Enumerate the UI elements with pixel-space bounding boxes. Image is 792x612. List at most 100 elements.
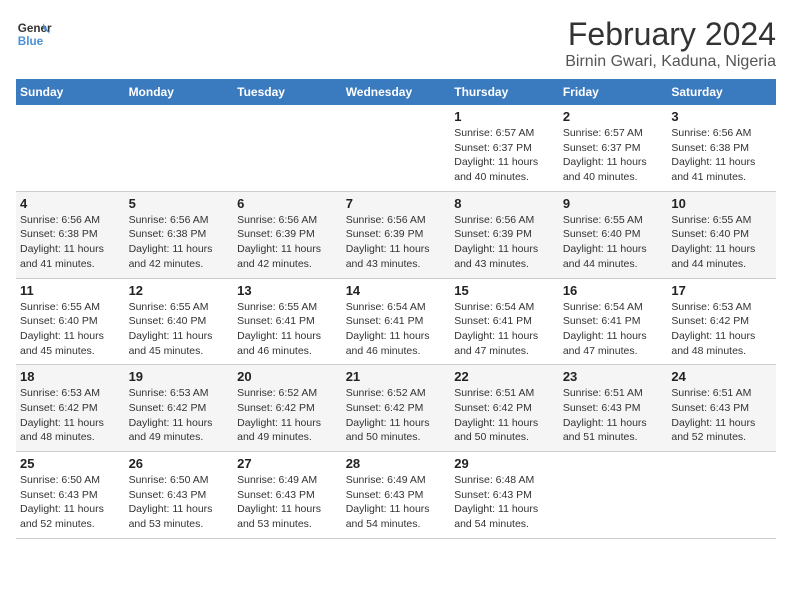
- calendar-cell: 4 Sunrise: 6:56 AMSunset: 6:38 PMDaylight…: [16, 191, 125, 278]
- day-number: 27: [237, 456, 338, 471]
- day-number: 9: [563, 196, 664, 211]
- day-info: Sunrise: 6:56 AMSunset: 6:38 PMDaylight:…: [20, 213, 121, 272]
- day-number: 23: [563, 369, 664, 384]
- day-info: Sunrise: 6:56 AMSunset: 6:38 PMDaylight:…: [671, 126, 772, 185]
- day-info: Sunrise: 6:51 AMSunset: 6:43 PMDaylight:…: [563, 386, 664, 445]
- day-info: Sunrise: 6:55 AMSunset: 6:40 PMDaylight:…: [129, 300, 230, 359]
- day-info: Sunrise: 6:51 AMSunset: 6:43 PMDaylight:…: [671, 386, 772, 445]
- day-number: 19: [129, 369, 230, 384]
- day-info: Sunrise: 6:55 AMSunset: 6:40 PMDaylight:…: [671, 213, 772, 272]
- calendar-week-5: 25 Sunrise: 6:50 AMSunset: 6:43 PMDayligh…: [16, 452, 776, 539]
- calendar-cell: 5 Sunrise: 6:56 AMSunset: 6:38 PMDaylight…: [125, 191, 234, 278]
- day-number: 2: [563, 109, 664, 124]
- day-header-monday: Monday: [125, 79, 234, 105]
- day-header-saturday: Saturday: [667, 79, 776, 105]
- day-number: 12: [129, 283, 230, 298]
- day-info: Sunrise: 6:55 AMSunset: 6:40 PMDaylight:…: [563, 213, 664, 272]
- day-info: Sunrise: 6:56 AMSunset: 6:39 PMDaylight:…: [237, 213, 338, 272]
- calendar-cell: 15 Sunrise: 6:54 AMSunset: 6:41 PMDayligh…: [450, 278, 559, 365]
- svg-text:General: General: [18, 22, 52, 35]
- day-header-thursday: Thursday: [450, 79, 559, 105]
- calendar-cell: 11 Sunrise: 6:55 AMSunset: 6:40 PMDayligh…: [16, 278, 125, 365]
- day-number: 16: [563, 283, 664, 298]
- day-number: 29: [454, 456, 555, 471]
- day-number: 26: [129, 456, 230, 471]
- calendar-cell: 21 Sunrise: 6:52 AMSunset: 6:42 PMDayligh…: [342, 365, 451, 452]
- day-number: 15: [454, 283, 555, 298]
- calendar-week-1: 1 Sunrise: 6:57 AMSunset: 6:37 PMDaylight…: [16, 105, 776, 191]
- day-info: Sunrise: 6:50 AMSunset: 6:43 PMDaylight:…: [129, 473, 230, 532]
- calendar-body: 1 Sunrise: 6:57 AMSunset: 6:37 PMDaylight…: [16, 105, 776, 538]
- day-header-wednesday: Wednesday: [342, 79, 451, 105]
- calendar-cell: 3 Sunrise: 6:56 AMSunset: 6:38 PMDaylight…: [667, 105, 776, 191]
- title-area: February 2024 Birnin Gwari, Kaduna, Nige…: [565, 16, 776, 71]
- calendar-cell: 2Sunrise: 6:57 AMSunset: 6:37 PMDaylight…: [559, 105, 668, 191]
- day-header-tuesday: Tuesday: [233, 79, 342, 105]
- calendar-week-3: 11 Sunrise: 6:55 AMSunset: 6:40 PMDayligh…: [16, 278, 776, 365]
- day-number: 21: [346, 369, 447, 384]
- month-year-title: February 2024: [565, 16, 776, 53]
- calendar-cell: 19 Sunrise: 6:53 AMSunset: 6:42 PMDayligh…: [125, 365, 234, 452]
- calendar-cell: 10 Sunrise: 6:55 AMSunset: 6:40 PMDayligh…: [667, 191, 776, 278]
- calendar-cell: 1 Sunrise: 6:57 AMSunset: 6:37 PMDaylight…: [450, 105, 559, 191]
- calendar-cell: [16, 105, 125, 191]
- svg-text:Blue: Blue: [18, 35, 44, 48]
- day-info: Sunrise: 6:57 AMSunset: 6:37 PMDaylight:…: [454, 126, 555, 185]
- calendar-cell: 13 Sunrise: 6:55 AMSunset: 6:41 PMDayligh…: [233, 278, 342, 365]
- day-header-friday: Friday: [559, 79, 668, 105]
- calendar-cell: 14Sunrise: 6:54 AMSunset: 6:41 PMDayligh…: [342, 278, 451, 365]
- calendar-cell: 18Sunrise: 6:53 AMSunset: 6:42 PMDayligh…: [16, 365, 125, 452]
- day-number: 3: [671, 109, 772, 124]
- day-info: Sunrise: 6:54 AMSunset: 6:41 PMDaylight:…: [454, 300, 555, 359]
- day-number: 5: [129, 196, 230, 211]
- calendar-cell: 22Sunrise: 6:51 AMSunset: 6:42 PMDayligh…: [450, 365, 559, 452]
- calendar-cell: [125, 105, 234, 191]
- calendar-week-2: 4 Sunrise: 6:56 AMSunset: 6:38 PMDaylight…: [16, 191, 776, 278]
- day-info: Sunrise: 6:49 AMSunset: 6:43 PMDaylight:…: [346, 473, 447, 532]
- day-number: 10: [671, 196, 772, 211]
- logo: General Blue: [16, 16, 52, 52]
- day-info: Sunrise: 6:51 AMSunset: 6:42 PMDaylight:…: [454, 386, 555, 445]
- calendar-cell: 25 Sunrise: 6:50 AMSunset: 6:43 PMDayligh…: [16, 452, 125, 539]
- day-number: 28: [346, 456, 447, 471]
- calendar-cell: 29 Sunrise: 6:48 AMSunset: 6:43 PMDayligh…: [450, 452, 559, 539]
- day-info: Sunrise: 6:53 AMSunset: 6:42 PMDaylight:…: [129, 386, 230, 445]
- calendar-cell: 20Sunrise: 6:52 AMSunset: 6:42 PMDayligh…: [233, 365, 342, 452]
- day-info: Sunrise: 6:55 AMSunset: 6:40 PMDaylight:…: [20, 300, 121, 359]
- calendar-cell: 16 Sunrise: 6:54 AMSunset: 6:41 PMDayligh…: [559, 278, 668, 365]
- calendar-cell: 7Sunrise: 6:56 AMSunset: 6:39 PMDaylight…: [342, 191, 451, 278]
- calendar-cell: 23 Sunrise: 6:51 AMSunset: 6:43 PMDayligh…: [559, 365, 668, 452]
- calendar-week-4: 18Sunrise: 6:53 AMSunset: 6:42 PMDayligh…: [16, 365, 776, 452]
- day-number: 20: [237, 369, 338, 384]
- calendar-cell: 17Sunrise: 6:53 AMSunset: 6:42 PMDayligh…: [667, 278, 776, 365]
- header-row: SundayMondayTuesdayWednesdayThursdayFrid…: [16, 79, 776, 105]
- day-number: 4: [20, 196, 121, 211]
- day-info: Sunrise: 6:55 AMSunset: 6:41 PMDaylight:…: [237, 300, 338, 359]
- calendar-cell: 9 Sunrise: 6:55 AMSunset: 6:40 PMDaylight…: [559, 191, 668, 278]
- calendar-cell: 6Sunrise: 6:56 AMSunset: 6:39 PMDaylight…: [233, 191, 342, 278]
- day-info: Sunrise: 6:52 AMSunset: 6:42 PMDaylight:…: [346, 386, 447, 445]
- day-info: Sunrise: 6:54 AMSunset: 6:41 PMDaylight:…: [563, 300, 664, 359]
- day-number: 25: [20, 456, 121, 471]
- calendar-cell: 26 Sunrise: 6:50 AMSunset: 6:43 PMDayligh…: [125, 452, 234, 539]
- day-info: Sunrise: 6:50 AMSunset: 6:43 PMDaylight:…: [20, 473, 121, 532]
- calendar-cell: 24 Sunrise: 6:51 AMSunset: 6:43 PMDayligh…: [667, 365, 776, 452]
- calendar-cell: [667, 452, 776, 539]
- calendar-cell: 28 Sunrise: 6:49 AMSunset: 6:43 PMDayligh…: [342, 452, 451, 539]
- day-number: 11: [20, 283, 121, 298]
- day-info: Sunrise: 6:48 AMSunset: 6:43 PMDaylight:…: [454, 473, 555, 532]
- day-number: 24: [671, 369, 772, 384]
- calendar-table: SundayMondayTuesdayWednesdayThursdayFrid…: [16, 79, 776, 539]
- day-header-sunday: Sunday: [16, 79, 125, 105]
- day-info: Sunrise: 6:49 AMSunset: 6:43 PMDaylight:…: [237, 473, 338, 532]
- day-number: 13: [237, 283, 338, 298]
- calendar-cell: 27 Sunrise: 6:49 AMSunset: 6:43 PMDayligh…: [233, 452, 342, 539]
- calendar-cell: [342, 105, 451, 191]
- day-number: 1: [454, 109, 555, 124]
- calendar-header: SundayMondayTuesdayWednesdayThursdayFrid…: [16, 79, 776, 105]
- day-number: 17: [671, 283, 772, 298]
- day-info: Sunrise: 6:56 AMSunset: 6:39 PMDaylight:…: [346, 213, 447, 272]
- calendar-cell: [233, 105, 342, 191]
- calendar-cell: [559, 452, 668, 539]
- day-info: Sunrise: 6:56 AMSunset: 6:38 PMDaylight:…: [129, 213, 230, 272]
